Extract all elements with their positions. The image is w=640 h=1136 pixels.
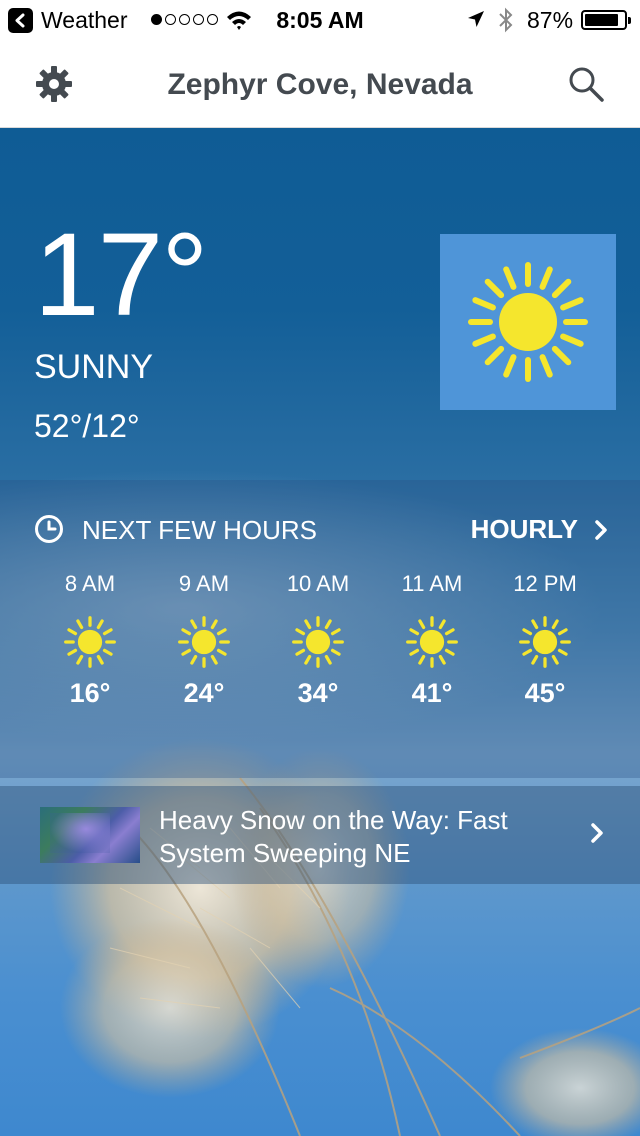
hourly-forecast-panel: NEXT FEW HOURS HOURLY 8 AM 16° 9 AM 24° … [0,480,640,778]
current-temperature: 17° [34,209,208,341]
sun-icon [178,616,230,668]
hour-time: 9 AM [178,571,230,596]
sun-ray [96,654,104,665]
search-icon[interactable] [566,64,606,104]
sun-ray [409,628,420,636]
current-condition: SUNNY [34,348,154,386]
sun-ray [330,628,341,636]
sun-ray [210,654,218,665]
bluetooth-icon [499,7,513,33]
hour-item[interactable]: 12 PM 45° [488,568,602,709]
location-arrow-icon [468,11,484,27]
battery-icon [581,10,631,30]
sun-ray [539,354,553,378]
sun-ray [181,628,192,636]
sun-ray [418,654,426,665]
sun-ray [503,354,517,378]
hour-time: 8 AM [64,571,116,596]
sun-ray [216,648,227,656]
hour-temperature: 41° [411,678,453,708]
sun-ray [522,648,533,656]
sun-ray [438,654,446,665]
high-low-temperature: 52°/12° [34,408,140,444]
sun-ray [472,297,496,311]
sun-ray [444,648,455,656]
hour-temperature: 45° [524,678,566,708]
sun-ray [560,297,584,311]
news-headline[interactable]: Heavy Snow on the Way: Fast System Sweep… [159,804,579,870]
hour-item[interactable]: 9 AM 24° [147,568,261,709]
sun-ray [210,619,218,630]
battery-nub [628,17,631,24]
sun-ray [531,619,539,630]
sun-ray [324,654,332,665]
nav-bar: Zephyr Cove, Nevada [0,40,640,128]
sun-ray [551,619,559,630]
clock-icon [35,515,63,543]
sun-ray [557,648,568,656]
sun-ray [557,628,568,636]
sun-icon [519,616,571,668]
sun-ray [551,654,559,665]
hour-temperature: 16° [69,678,111,708]
sun-ray [409,648,420,656]
location-title[interactable]: Zephyr Cove, Nevada [0,68,640,102]
battery-fill [585,14,619,26]
sun-ray [304,619,312,630]
sun-ray [67,628,78,636]
sun-ray [76,619,84,630]
sun-ray [484,345,505,366]
hourly-section-label: NEXT FEW HOURS [82,515,317,545]
sun-ray [551,345,572,366]
hour-time: 12 PM [513,571,577,596]
sun-ray [438,619,446,630]
sun-ray [484,278,505,299]
sun-ray [522,628,533,636]
sun-ray [503,266,517,290]
hour-item[interactable]: 11 AM 41° [375,568,489,709]
sun-icon [468,262,588,382]
sun-icon [406,616,458,668]
sun-ray [418,619,426,630]
current-condition-tile [440,234,616,410]
news-thumbnail[interactable] [40,807,140,863]
sun-ray [324,619,332,630]
sun-ray [295,628,306,636]
sun-icon [292,616,344,668]
news-story-card[interactable]: Heavy Snow on the Way: Fast System Sweep… [0,786,640,884]
sun-ray [551,278,572,299]
sun-ray [102,628,113,636]
hourly-link-label[interactable]: HOURLY [471,514,578,545]
hour-temperature: 34° [297,678,339,708]
sun-ray [304,654,312,665]
sun-ray [472,333,496,347]
hour-temperature: 24° [183,678,225,708]
status-bar: Weather 8:05 AM 87% [0,0,640,40]
sun-ray [295,648,306,656]
sun-ray [190,654,198,665]
sun-ray [76,654,84,665]
radar-map-image [50,813,110,853]
sun-ray [539,266,553,290]
hour-item[interactable]: 8 AM 16° [33,568,147,709]
sun-ray [96,619,104,630]
hour-time: 10 AM [286,571,350,596]
sun-ray [102,648,113,656]
sun-ray [531,654,539,665]
sun-ray [190,619,198,630]
hourly-link[interactable]: HOURLY [471,514,608,545]
hour-item[interactable]: 10 AM 34° [261,568,375,709]
sun-ray [330,648,341,656]
chevron-right-icon[interactable] [594,519,608,541]
chevron-right-icon[interactable] [590,822,604,844]
sun-ray [444,628,455,636]
sun-ray [560,333,584,347]
sun-ray [181,648,192,656]
sun-ray [67,648,78,656]
sun-ray [216,628,227,636]
battery-percent: 87% [527,7,574,33]
hour-time: 11 AM [401,571,463,596]
sun-icon [64,616,116,668]
